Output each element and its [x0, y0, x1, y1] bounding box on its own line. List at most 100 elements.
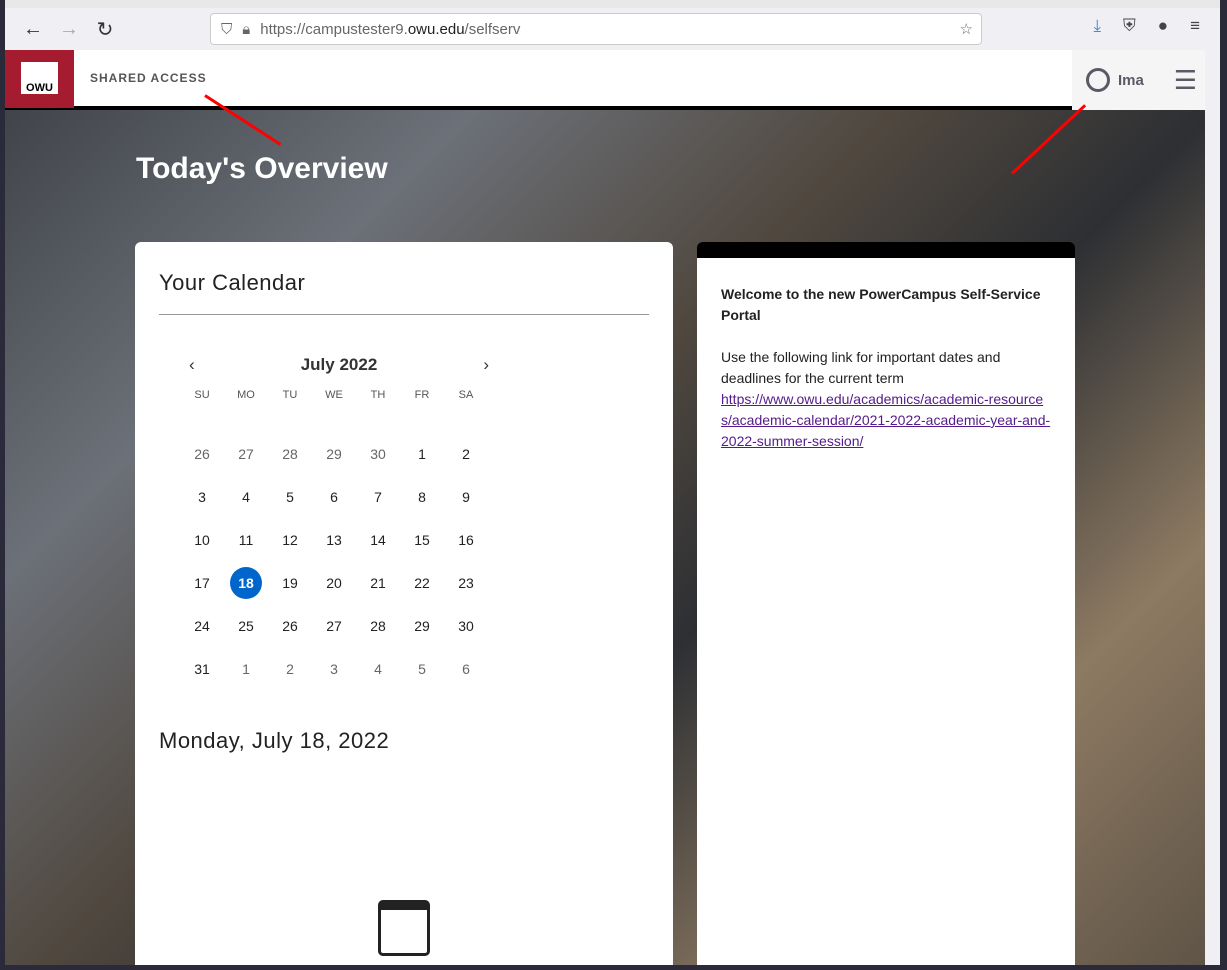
day-of-week: SU: [194, 389, 210, 401]
day-number: 9: [462, 488, 470, 505]
forward-icon[interactable]: →: [51, 11, 87, 47]
day-number: 28: [370, 617, 386, 634]
lock-icon: 🔒︎: [242, 20, 251, 38]
calendar-day[interactable]: 29: [312, 432, 356, 475]
next-month-icon[interactable]: ›: [483, 355, 489, 375]
calendar-day[interactable]: 26: [180, 432, 224, 475]
ublock-icon[interactable]: ⛨: [1123, 16, 1136, 36]
news-card: Welcome to the new PowerCampus Self-Serv…: [697, 242, 1075, 965]
calendar-day[interactable]: 23: [444, 561, 488, 604]
calendar-day[interactable]: 28: [356, 604, 400, 647]
day-number: 19: [282, 574, 298, 591]
download-icon[interactable]: ⤓: [1094, 16, 1102, 36]
calendar-day[interactable]: 21: [356, 561, 400, 604]
calendar-day[interactable]: 3: [312, 647, 356, 690]
calendar-day[interactable]: 20: [312, 561, 356, 604]
calendar-day[interactable]: 25: [224, 604, 268, 647]
browser-menu-icon[interactable]: ≡: [1190, 16, 1200, 36]
calendar-day[interactable]: 7: [356, 475, 400, 518]
day-of-week: MO: [237, 389, 255, 401]
user-avatar-icon: [1086, 68, 1110, 92]
calendar-day[interactable]: 8: [400, 475, 444, 518]
bookmark-star-icon[interactable]: ☆: [960, 20, 973, 38]
calendar-day[interactable]: 10: [180, 518, 224, 561]
day-number: 3: [198, 488, 206, 505]
day-number: 13: [326, 531, 342, 548]
calendar-day[interactable]: 22: [400, 561, 444, 604]
month-label: July 2022: [300, 355, 378, 374]
calendar-icon: [378, 900, 430, 956]
calendar-day[interactable]: 16: [444, 518, 488, 561]
day-number: 31: [194, 660, 210, 677]
calendar-day[interactable]: 27: [224, 432, 268, 475]
calendar-day[interactable]: 5: [268, 475, 312, 518]
day-number: 28: [282, 445, 298, 462]
page-title: Today's Overview: [136, 152, 388, 185]
day-number: 24: [194, 617, 210, 634]
calendar-day[interactable]: 12: [268, 518, 312, 561]
hamburger-menu-icon[interactable]: ☰: [1174, 65, 1197, 96]
day-number: 18: [230, 566, 262, 599]
calendar-day[interactable]: 29: [400, 604, 444, 647]
calendar-day[interactable]: 30: [444, 604, 488, 647]
day-number: 5: [286, 488, 294, 505]
browser-window: ← → ↻ ⛉ 🔒︎ https://campustester9.owu.edu…: [5, 0, 1220, 965]
address-bar[interactable]: ⛉ 🔒︎ https://campustester9.owu.edu/selfs…: [210, 13, 982, 45]
calendar-day[interactable]: 1: [400, 432, 444, 475]
calendar-day[interactable]: 17: [180, 561, 224, 604]
calendar-day[interactable]: 6: [312, 475, 356, 518]
day-number: 29: [326, 445, 342, 462]
day-number: 22: [414, 574, 430, 591]
day-number: 10: [194, 531, 210, 548]
calendar-day[interactable]: 30: [356, 432, 400, 475]
user-menu[interactable]: Ima ☰: [1072, 50, 1205, 110]
calendar-day[interactable]: 9: [444, 475, 488, 518]
day-number: 30: [458, 617, 474, 634]
calendar-day[interactable]: 31: [180, 647, 224, 690]
day-number: 8: [418, 488, 426, 505]
academic-calendar-link[interactable]: https://www.owu.edu/academics/academic-r…: [721, 391, 1050, 449]
calendar-day[interactable]: 15: [400, 518, 444, 561]
day-number: 20: [326, 574, 342, 591]
calendar-day[interactable]: 18: [224, 561, 268, 604]
calendar-day[interactable]: 27: [312, 604, 356, 647]
calendar-day[interactable]: 1: [224, 647, 268, 690]
day-number: 23: [458, 574, 474, 591]
day-number: 15: [414, 531, 430, 548]
day-number: 12: [282, 531, 298, 548]
calendar-card: Your Calendar ‹ July 2022 › SU MO TU WE TH FR…: [135, 242, 673, 965]
calendar-day[interactable]: 2: [268, 647, 312, 690]
calendar-title: Your Calendar: [159, 270, 649, 315]
day-number: 29: [414, 617, 430, 634]
calendar-day[interactable]: 4: [224, 475, 268, 518]
back-icon[interactable]: ←: [15, 11, 51, 47]
day-number: 25: [238, 617, 254, 634]
calendar-grid: SU MO TU WE TH FR SA 26 27 28 29 30 1 2 3 4 5 6 7 8 9 10 11 12 1…: [180, 389, 649, 690]
day-number: 21: [370, 574, 386, 591]
news-heading: Welcome to the new PowerCampus Self-Serv…: [721, 286, 1041, 323]
day-number: 26: [194, 445, 210, 462]
day-of-week: FR: [414, 389, 430, 401]
calendar-day[interactable]: 26: [268, 604, 312, 647]
calendar-day[interactable]: 11: [224, 518, 268, 561]
day-number: 4: [242, 488, 250, 505]
calendar-day[interactable]: 2: [444, 432, 488, 475]
calendar-day[interactable]: 3: [180, 475, 224, 518]
calendar-day[interactable]: 6: [444, 647, 488, 690]
prev-month-icon[interactable]: ‹: [189, 355, 195, 375]
calendar-day[interactable]: 13: [312, 518, 356, 561]
reload-icon[interactable]: ↻: [87, 11, 123, 47]
day-number: 11: [238, 531, 254, 548]
calendar-day[interactable]: 19: [268, 561, 312, 604]
day-number: 1: [418, 445, 426, 462]
calendar-day[interactable]: 14: [356, 518, 400, 561]
shield-icon: ⛉: [221, 20, 233, 38]
calendar-day[interactable]: 24: [180, 604, 224, 647]
calendar-day[interactable]: 28: [268, 432, 312, 475]
day-number: 16: [458, 531, 474, 548]
calendar-day[interactable]: 4: [356, 647, 400, 690]
calendar-day[interactable]: 5: [400, 647, 444, 690]
extension-icon[interactable]: ●: [1158, 16, 1168, 36]
day-number: 30: [370, 445, 386, 462]
owu-logo[interactable]: OWU: [5, 50, 74, 108]
